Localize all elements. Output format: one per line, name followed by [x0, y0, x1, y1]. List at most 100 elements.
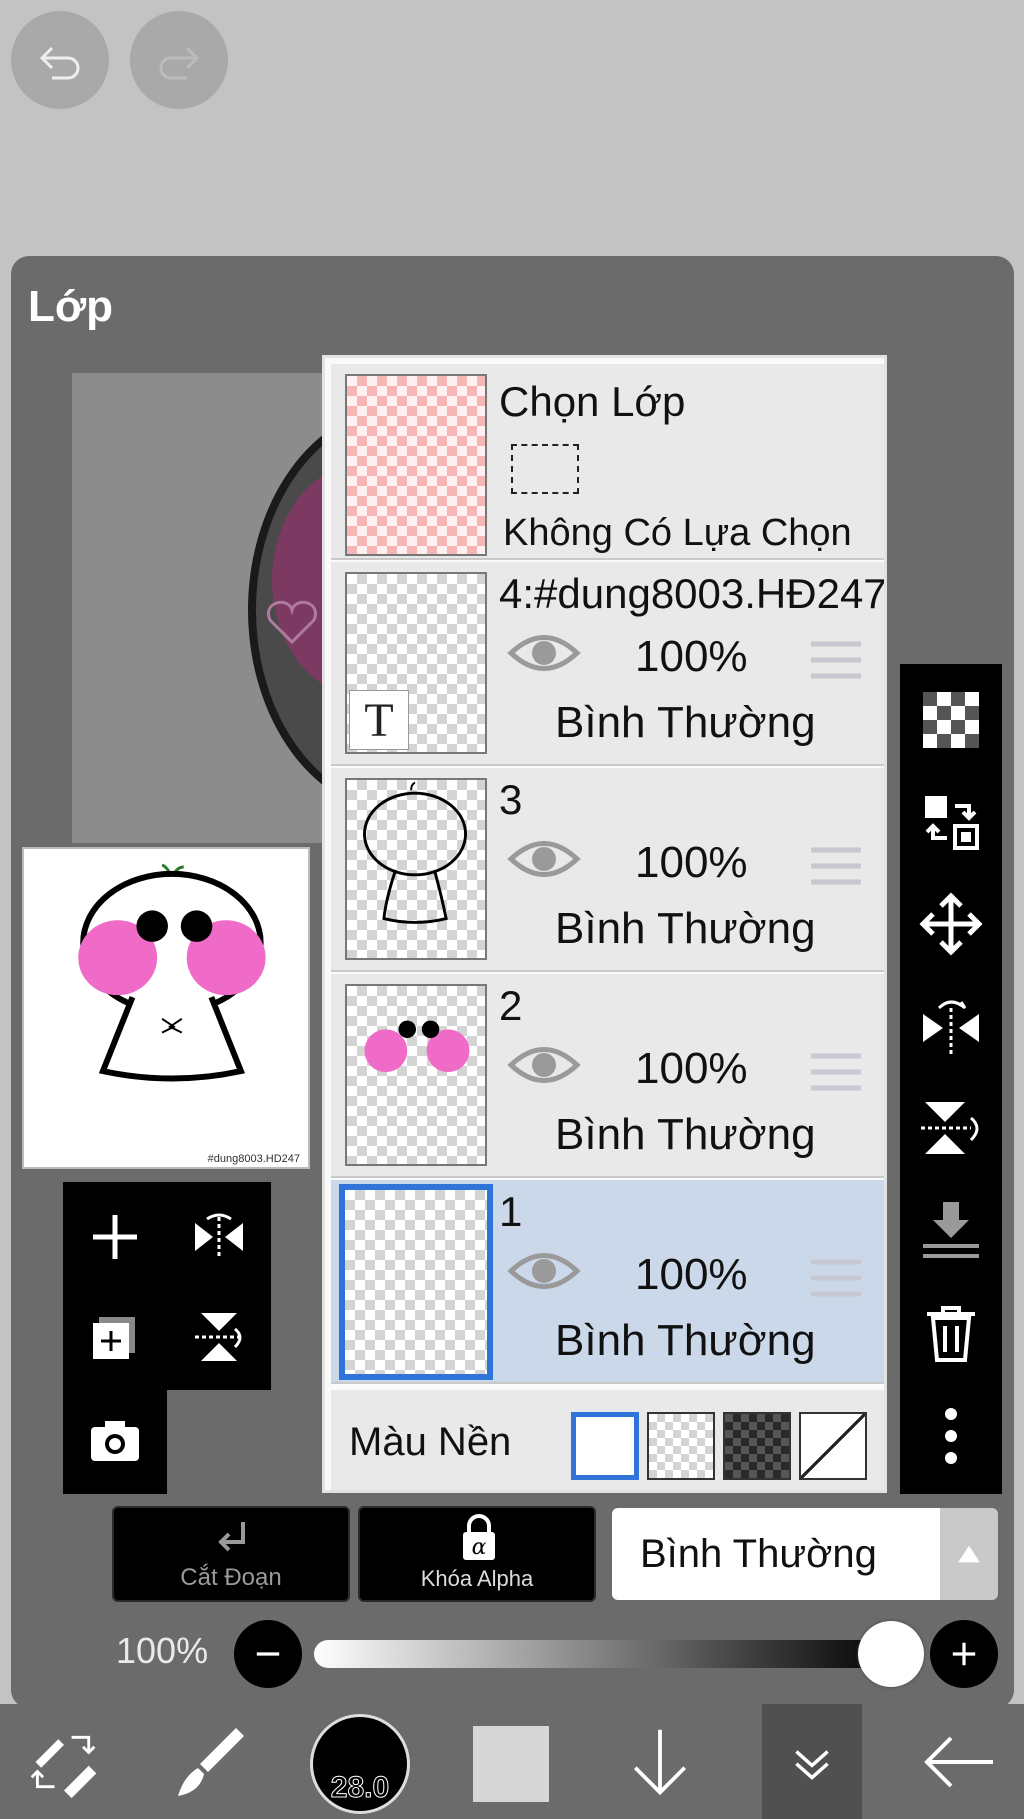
- flip-layer-vertical-button[interactable]: [188, 1306, 250, 1368]
- visibility-eye-icon[interactable]: [507, 1042, 581, 1088]
- move-layer-button[interactable]: [915, 888, 987, 960]
- alpha-lock-label: Khóa Alpha: [420, 1566, 534, 1591]
- selection-title: Chọn Lớp: [499, 378, 686, 425]
- flip-layer-horizontal-button[interactable]: [188, 1206, 250, 1268]
- background-white-option[interactable]: [571, 1412, 639, 1480]
- background-dark-checker-option[interactable]: [723, 1412, 791, 1480]
- camera-icon: [91, 1421, 139, 1461]
- duplicate-layer-button[interactable]: [84, 1306, 146, 1368]
- layer-row-4[interactable]: T 4:#dung8003.HĐ247 100% Bình Thường: [331, 562, 884, 766]
- layer-row-1[interactable]: 1 100% Bình Thường: [331, 1180, 884, 1384]
- undo-button[interactable]: [11, 11, 109, 109]
- clipping-button[interactable]: Cắt Đoạn: [112, 1506, 350, 1602]
- layer-opacity: 100%: [635, 632, 748, 681]
- layer-thumbnail: [339, 1184, 493, 1380]
- layer-row-3[interactable]: 3 100% Bình Thường: [331, 768, 884, 972]
- layer-2-cheeks-thumbnail: [364, 1020, 470, 1073]
- merge-down-icon: [923, 1202, 979, 1258]
- layer-blend-mode: Bình Thường: [555, 1316, 816, 1365]
- camera-layer-button[interactable]: [84, 1410, 146, 1472]
- redo-icon: [159, 46, 200, 80]
- redo-button[interactable]: [130, 11, 228, 109]
- arrow-down-icon: [633, 1729, 687, 1795]
- trash-icon: [927, 1306, 975, 1362]
- merge-down-button[interactable]: [915, 1194, 987, 1266]
- brush-icon: [178, 1727, 244, 1796]
- layer-name: 1: [499, 1188, 523, 1235]
- layer-thumbnail: T: [345, 572, 487, 754]
- layer-blend-mode: Bình Thường: [555, 698, 816, 747]
- layer-blend-mode: Bình Thường: [555, 1110, 816, 1159]
- opacity-value: 100%: [116, 1630, 209, 1671]
- svg-text:α: α: [472, 1535, 487, 1560]
- artwork-thumbnail: [78, 863, 266, 1082]
- selection-thumbnail: [345, 374, 487, 556]
- visibility-eye-icon[interactable]: [507, 836, 581, 882]
- move-arrows-icon: [919, 892, 983, 956]
- visibility-eye-icon[interactable]: [507, 630, 581, 676]
- plus-icon: [93, 1215, 137, 1259]
- background-none-option[interactable]: [799, 1412, 867, 1480]
- layer-name: 4:#dung8003.HĐ247: [499, 570, 884, 617]
- double-chevron-down-icon: [795, 1750, 829, 1780]
- flip-vertical-button[interactable]: [915, 1092, 987, 1164]
- swap-layers-icon: [925, 796, 979, 850]
- layer-3-outline-thumbnail: [363, 781, 468, 924]
- preview-watermark: #dung8003.HD247: [207, 1153, 300, 1165]
- layer-name: 3: [499, 776, 523, 823]
- opacity-decrease-button[interactable]: [234, 1620, 302, 1688]
- back-button[interactable]: [904, 1704, 1014, 1819]
- canvas-preview: #dung8003.HD247: [22, 847, 310, 1169]
- selection-layer-row[interactable]: Chọn Lớp Không Có Lựa Chọn: [331, 364, 884, 560]
- flip-vertical-icon: [195, 1313, 243, 1361]
- layer-opacity: 100%: [635, 1250, 748, 1299]
- more-options-button[interactable]: [915, 1400, 987, 1472]
- layer-opacity: 100%: [635, 838, 748, 887]
- drag-handle-icon[interactable]: [809, 1052, 863, 1092]
- layer-list: Chọn Lớp Không Có Lựa Chọn T 4:#dung8003…: [322, 355, 887, 1493]
- drag-handle-icon[interactable]: [809, 640, 863, 680]
- color-picker-button[interactable]: [473, 1726, 549, 1802]
- flip-vertical-icon: [921, 1102, 979, 1154]
- blend-mode-dropdown-button[interactable]: [940, 1508, 998, 1600]
- brush-tool-button[interactable]: [160, 1704, 260, 1819]
- triangle-up-icon: [958, 1545, 980, 1563]
- flip-horizontal-button[interactable]: [915, 990, 987, 1062]
- layer-blend-mode: Bình Thường: [555, 904, 816, 953]
- visibility-eye-icon[interactable]: [507, 1248, 581, 1294]
- drag-handle-icon[interactable]: [809, 1258, 863, 1298]
- plus-icon: [952, 1642, 976, 1666]
- add-layer-button[interactable]: [84, 1206, 146, 1268]
- drag-handle-icon[interactable]: [809, 846, 863, 886]
- clipping-label: Cắt Đoạn: [180, 1564, 282, 1591]
- arrow-left-icon: [924, 1736, 993, 1787]
- layer-opacity: 100%: [635, 1044, 748, 1093]
- blend-mode-select[interactable]: Bình Thường: [612, 1508, 940, 1600]
- alpha-lock-icon: α: [463, 1514, 495, 1560]
- opacity-slider-thumb[interactable]: [858, 1621, 924, 1687]
- transparency-button[interactable]: [915, 684, 987, 756]
- background-label: Màu Nền: [349, 1420, 512, 1464]
- selection-status: Không Có Lựa Chọn: [503, 512, 852, 554]
- panel-title: Lớp: [28, 282, 114, 331]
- opacity-increase-button[interactable]: [930, 1620, 998, 1688]
- alpha-lock-button[interactable]: α Khóa Alpha: [358, 1506, 596, 1602]
- text-layer-icon: T: [349, 690, 409, 750]
- opacity-slider-track[interactable]: [314, 1640, 894, 1668]
- layer-move-down-button[interactable]: [610, 1704, 710, 1819]
- brush-size-button[interactable]: 28.0: [310, 1714, 410, 1814]
- background-transparent-option[interactable]: [647, 1412, 715, 1480]
- minus-icon: [256, 1652, 280, 1656]
- checkerboard-icon: [923, 692, 979, 748]
- layer-thumbnail: [345, 984, 487, 1166]
- clip-arrow-icon: [218, 1522, 245, 1552]
- swap-layer-button[interactable]: [915, 786, 987, 858]
- layer-row-2[interactable]: 2 100% Bình Thường: [331, 974, 884, 1178]
- more-vertical-icon: [945, 1408, 957, 1464]
- layer-tools-right: [900, 664, 1002, 1494]
- flip-horizontal-icon: [195, 1213, 243, 1259]
- brush-eraser-swap-icon: [30, 1735, 97, 1798]
- tool-switch-button[interactable]: [14, 1704, 114, 1819]
- layers-button[interactable]: [762, 1704, 862, 1819]
- delete-layer-button[interactable]: [915, 1296, 987, 1368]
